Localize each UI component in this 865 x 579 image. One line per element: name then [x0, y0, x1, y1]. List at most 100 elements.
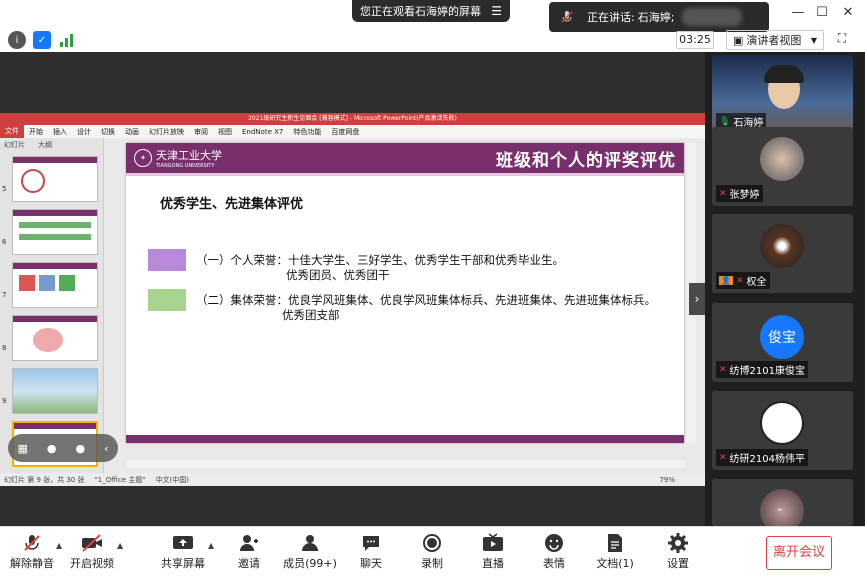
- leave-meeting-button[interactable]: 离开会议: [766, 536, 832, 570]
- live-button[interactable]: 直播: [463, 533, 523, 571]
- slide-thumbnail[interactable]: [12, 315, 98, 361]
- info-icon[interactable]: i: [8, 31, 26, 49]
- mic-muted-icon: ✕: [719, 452, 727, 463]
- menu-icon[interactable]: ☰: [491, 4, 502, 18]
- record-label: 录制: [421, 557, 443, 570]
- unmute-button[interactable]: 解除静音: [2, 533, 62, 571]
- honor-item-2-cont: 优秀团支部: [282, 308, 340, 322]
- reactions-label: 表情: [543, 557, 565, 570]
- honor-item-2: （二）集体荣誉：优良学风班集体、优良学风班集体标兵、先进班集体、先进班集体标兵。: [196, 293, 656, 307]
- share-screen-label: 共享屏幕: [161, 557, 205, 570]
- status-zoom[interactable]: 79%: [659, 476, 675, 484]
- chevron-up-icon[interactable]: ▲: [117, 541, 123, 550]
- chat-button[interactable]: 聊天: [341, 533, 401, 571]
- speaking-label: 正在讲话:: [587, 11, 635, 24]
- reactions-button[interactable]: 表情: [524, 533, 584, 571]
- slide-title: 班级和个人的评奖评优: [496, 150, 676, 171]
- ppt-menu-slideshow[interactable]: 幻灯片放映: [144, 127, 189, 137]
- mic-muted-icon: ✕: [719, 364, 727, 375]
- members-label: 成员(99+): [283, 557, 337, 570]
- grid-icon: ▣: [733, 33, 744, 47]
- slide-header: ✦ 天津工业大学 TIANGONG UNIVERSITY 班级和个人的评奖评优: [126, 143, 684, 173]
- thumb-number: 5: [2, 185, 7, 193]
- collapse-panel-arrow-icon[interactable]: ›: [689, 283, 705, 315]
- slide-canvas: ✦ 天津工业大学 TIANGONG UNIVERSITY 班级和个人的评奖评优 优…: [126, 143, 684, 443]
- share-notice-text: 您正在观看石海婷的屏幕: [360, 5, 481, 18]
- invite-label: 邀请: [238, 557, 260, 570]
- participant-tile[interactable]: ⌄: [712, 479, 853, 526]
- ppt-menu-view[interactable]: 视图: [213, 127, 237, 137]
- view-mode-label: 演讲者视图: [746, 34, 802, 47]
- floating-controls[interactable]: ▦ ● ● ‹: [8, 434, 118, 462]
- minimize-icon[interactable]: —: [786, 4, 810, 22]
- item-color-box-green: [148, 289, 186, 311]
- chevron-left-icon[interactable]: ‹: [104, 442, 108, 455]
- logo-subtext: TIANGONG UNIVERSITY: [156, 163, 215, 169]
- documents-button[interactable]: 文档(1): [585, 533, 645, 571]
- participant-tile[interactable]: ✕ 纺研2104杨伟平: [712, 391, 853, 470]
- status-language: 中文(中国): [155, 475, 190, 484]
- ppt-menu-insert[interactable]: 插入: [48, 127, 72, 137]
- share-screen-button[interactable]: 共享屏幕: [153, 533, 213, 571]
- signal-icon[interactable]: [58, 31, 76, 49]
- ppt-menu-file[interactable]: 文件: [0, 125, 24, 138]
- ppt-menu-features[interactable]: 特色功能: [288, 127, 326, 137]
- avatar: 俊宝: [760, 315, 804, 359]
- chevron-up-icon[interactable]: ▲: [208, 541, 214, 550]
- chat-label: 聊天: [360, 557, 382, 570]
- fullscreen-icon[interactable]: ⛶: [833, 31, 851, 49]
- start-video-button[interactable]: 开启视频: [62, 533, 122, 571]
- meeting-toolbar: 解除静音 ▲ 开启视频 ▲ 共享屏幕 ▲ 邀请 成员(99+) 聊天 录制 直播…: [0, 526, 865, 579]
- participant-tile[interactable]: 🎙 石海婷: [712, 55, 853, 134]
- participant-name-tag: ✕ 张梦婷: [716, 185, 763, 202]
- ppt-menu-baidu[interactable]: 百度网盘: [326, 127, 364, 137]
- participant-tile[interactable]: 俊宝 ✕ 纺博2101康俊宝: [712, 303, 853, 382]
- video-off-icon: [62, 533, 122, 555]
- hair-shape: [764, 65, 804, 83]
- shield-icon[interactable]: ✓: [33, 31, 51, 49]
- horizontal-scrollbar[interactable]: [126, 460, 686, 468]
- smiley-icon: [524, 533, 584, 555]
- ppt-title-bar: 2021级研究生新生见面会 [兼容模式] - Microsoft PowerPo…: [0, 113, 705, 125]
- scroll-down-icon[interactable]: ⌄: [775, 501, 784, 514]
- documents-label: 文档(1): [596, 557, 634, 570]
- circle-icon[interactable]: ●: [75, 442, 85, 455]
- thumb-number: 7: [2, 291, 7, 299]
- slide-thumbnail[interactable]: [12, 156, 98, 202]
- maximize-icon[interactable]: ☐: [810, 4, 834, 22]
- slide-thumbnail[interactable]: [12, 262, 98, 308]
- record-button[interactable]: 录制: [402, 533, 462, 571]
- view-mode-dropdown[interactable]: ▣ 演讲者视图 ▼: [726, 30, 824, 50]
- tab-slides[interactable]: 幻灯片: [4, 140, 25, 150]
- tab-outline[interactable]: 大纲: [38, 140, 52, 150]
- slide-header-stripe: [126, 173, 684, 176]
- close-icon[interactable]: ✕: [836, 4, 860, 22]
- host-icon: 👤: [719, 276, 733, 285]
- meeting-timer: 03:25: [676, 31, 714, 49]
- ppt-menu-design[interactable]: 设计: [72, 127, 96, 137]
- ppt-menu-transitions[interactable]: 切换: [96, 127, 120, 137]
- grid-icon[interactable]: ▦: [17, 442, 27, 455]
- slide-thumbnail[interactable]: [12, 209, 98, 255]
- circle-icon[interactable]: ●: [47, 442, 57, 455]
- ppt-menu-endnote[interactable]: EndNote X7: [237, 128, 288, 136]
- add-user-icon: [219, 533, 279, 555]
- participant-tile[interactable]: ✕ 张梦婷: [712, 127, 853, 206]
- settings-button[interactable]: 设置: [648, 533, 708, 571]
- thumb-number: 8: [2, 344, 7, 352]
- settings-label: 设置: [667, 557, 689, 570]
- participant-name: 张梦婷: [729, 190, 760, 201]
- record-icon: [402, 533, 462, 555]
- invite-button[interactable]: 邀请: [219, 533, 279, 571]
- slide-thumbnail[interactable]: [12, 368, 98, 414]
- participant-name: 纺研2104杨伟平: [729, 454, 805, 465]
- members-button[interactable]: 成员(99+): [280, 533, 340, 571]
- ppt-menu-review[interactable]: 审阅: [189, 127, 213, 137]
- participant-tile[interactable]: 👤 ✕ 权全: [712, 214, 853, 293]
- status-slide-count: 幻灯片 第 9 张，共 30 张: [4, 475, 85, 484]
- ppt-menu-animations[interactable]: 动画: [120, 127, 144, 137]
- share-notice-pill[interactable]: 您正在观看石海婷的屏幕 ☰: [352, 0, 510, 22]
- ppt-menu-home[interactable]: 开始: [24, 127, 48, 137]
- speaking-indicator: 正在讲话: 石海婷;: [549, 2, 769, 32]
- participant-name-tag: ✕ 纺博2101康俊宝: [716, 361, 808, 378]
